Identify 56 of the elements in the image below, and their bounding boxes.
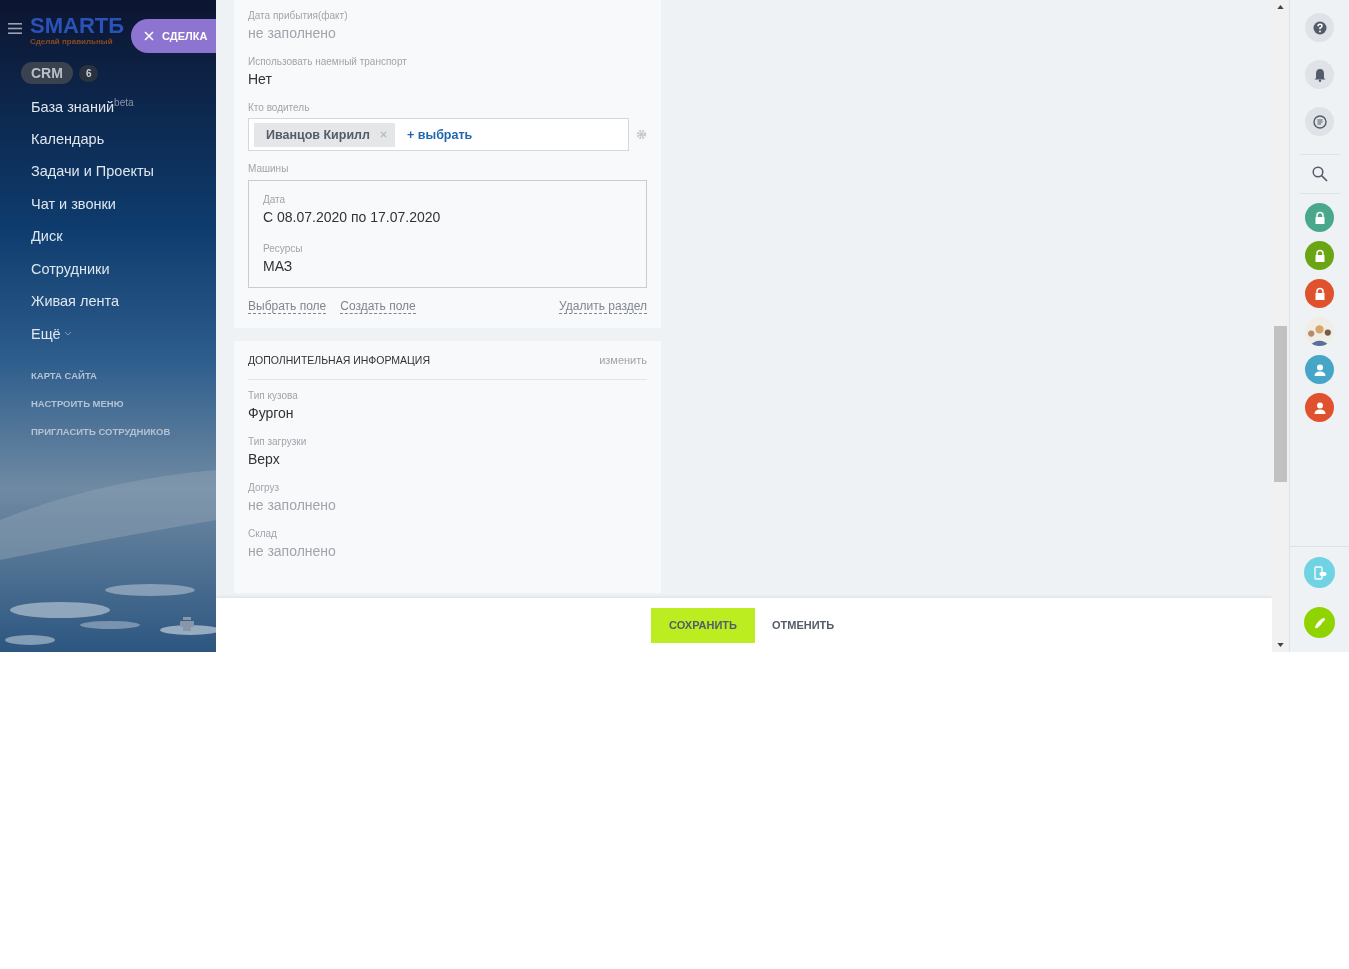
field-label: Машины: [248, 162, 290, 176]
save-button[interactable]: СОХРАНИТЬ: [651, 607, 755, 643]
field-label: Дата прибытия(факт): [248, 9, 349, 23]
crm-item[interactable]: CRM: [21, 62, 73, 84]
user-avatar[interactable]: [1305, 393, 1334, 422]
field-label: Дата: [263, 193, 287, 207]
menu-item[interactable]: Задачи и Проекты: [31, 163, 155, 180]
field-label: Тип загрузки: [248, 435, 308, 449]
search-icon[interactable]: [1311, 166, 1328, 182]
field-value: не заполнено: [248, 24, 337, 43]
user-select-field[interactable]: Иванцов Кирилл + выбрать: [248, 118, 630, 151]
field-label: Использовать наемный транспорт: [248, 55, 408, 69]
user-chip[interactable]: Иванцов Кирилл: [254, 122, 395, 147]
menu-icon[interactable]: [8, 22, 22, 34]
bell-icon[interactable]: [1305, 60, 1334, 89]
printer-icon[interactable]: [180, 617, 194, 631]
field-label: Тип кузова: [248, 389, 299, 403]
select-link[interactable]: + выбрать: [407, 127, 473, 142]
help-icon[interactable]: [1305, 13, 1334, 42]
action-link[interactable]: Выбрать поле: [248, 299, 327, 314]
menu-item[interactable]: Диск: [31, 228, 63, 245]
chat-list-icon[interactable]: [1305, 107, 1334, 136]
close-icon[interactable]: [144, 31, 154, 41]
field-label: Кто водитель: [248, 101, 311, 115]
menu-item[interactable]: Живая лента: [31, 293, 120, 310]
delete-link[interactable]: Удалить раздел: [559, 299, 647, 314]
field-label: Ресурсы: [263, 242, 304, 256]
menu-item[interactable]: Чат и звонки: [31, 195, 116, 212]
field-value: Верх: [248, 450, 281, 469]
group-avatar[interactable]: [1305, 317, 1334, 346]
menu-item[interactable]: База знаний$^{beta}$: [31, 97, 134, 116]
lock-icon[interactable]: [1305, 241, 1334, 270]
scroll-down-icon[interactable]: [1277, 643, 1284, 647]
field-value: МАЗ: [263, 257, 294, 276]
user-avatar[interactable]: [1305, 355, 1334, 384]
sidebar-link[interactable]: КАРТА САЙТА: [31, 370, 216, 382]
caret-icon: [64, 331, 71, 336]
field-value: С 08.07.2020 по 17.07.2020: [263, 208, 442, 227]
field-value: Фургон: [248, 404, 295, 423]
scroll-up-icon[interactable]: [1277, 5, 1284, 9]
scroll-thumb[interactable]: [1274, 326, 1287, 482]
action-link[interactable]: Создать поле: [340, 299, 416, 314]
deal-tab[interactable]: СДЕЛКА: [131, 19, 216, 53]
field-label: Догруз: [248, 481, 281, 495]
menu-item[interactable]: Ещё: [31, 325, 61, 342]
section-title: ДОПОЛНИТЕЛЬНАЯ ИНФОРМАЦИЯ: [248, 353, 430, 368]
field-value: Нет: [248, 70, 273, 89]
field-label: Склад: [248, 527, 278, 541]
cancel-button[interactable]: ОТМЕНИТЬ: [758, 607, 848, 643]
field-value: не заполнено: [248, 542, 337, 561]
menu-item[interactable]: Календарь: [31, 130, 105, 147]
field-value: не заполнено: [248, 496, 337, 515]
lock-icon[interactable]: [1305, 203, 1334, 232]
menu-item[interactable]: Сотрудники: [31, 260, 110, 277]
sidebar-link[interactable]: НАСТРОИТЬ МЕНЮ: [31, 398, 216, 410]
lock-icon[interactable]: [1305, 279, 1334, 308]
